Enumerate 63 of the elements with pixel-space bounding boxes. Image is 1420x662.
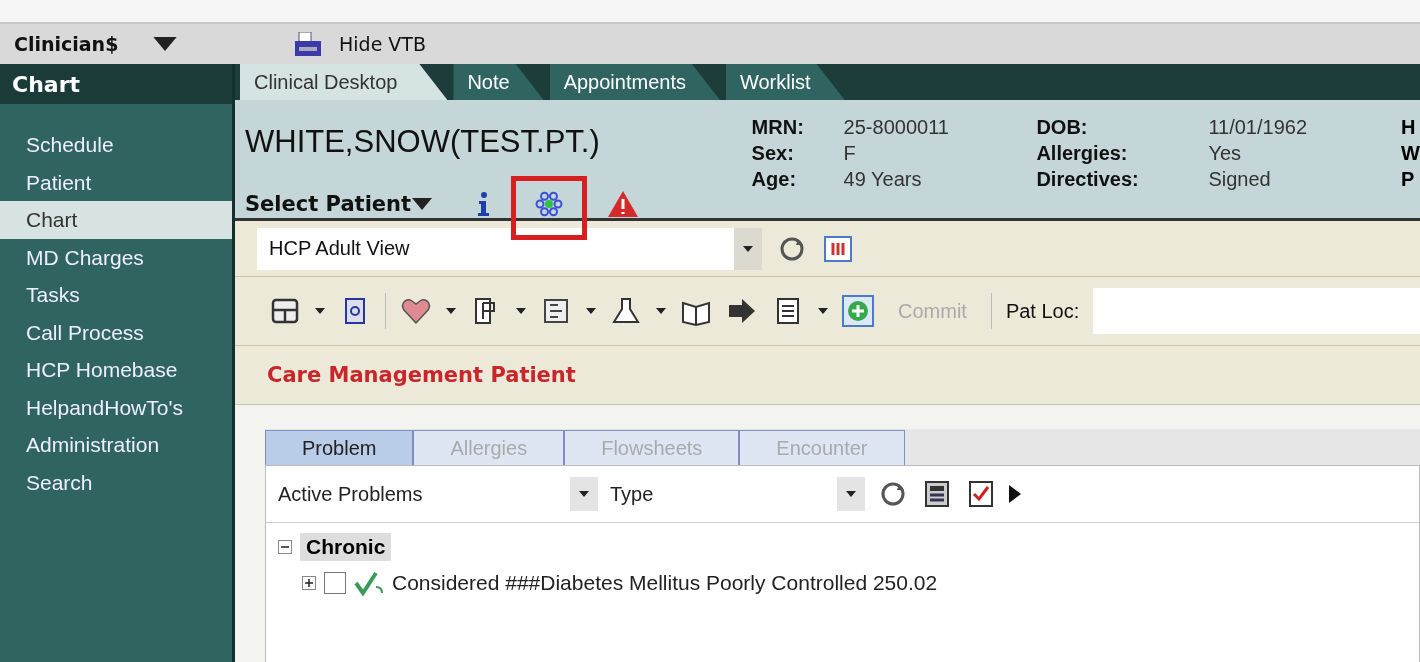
- field-label: Directives:: [1036, 167, 1140, 192]
- tab[interactable]: Appointments: [549, 64, 720, 100]
- dropdown-caret-icon[interactable]: [846, 491, 856, 497]
- field-label: DOB:: [1036, 115, 1089, 140]
- sidebar-item[interactable]: Administration: [0, 426, 232, 464]
- dropdown-caret-icon[interactable]: [656, 308, 666, 314]
- field-label: Sex:: [751, 141, 795, 166]
- tab[interactable]: Problem: [265, 430, 414, 465]
- field-label: W: [1401, 141, 1420, 166]
- field-value: Yes: [1208, 141, 1243, 166]
- play-icon[interactable]: [1009, 485, 1021, 503]
- info-icon[interactable]: [477, 191, 492, 217]
- dropdown-caret-icon[interactable]: [446, 308, 456, 314]
- field-label: H: [1401, 115, 1417, 140]
- sidebar-title: Chart: [0, 64, 232, 104]
- sidebar-item[interactable]: Patient: [0, 163, 232, 201]
- sidebar-item[interactable]: HCP Homebase: [0, 351, 232, 389]
- checkbox[interactable]: [324, 572, 346, 594]
- sidebar-item[interactable]: Search: [0, 463, 232, 501]
- field-value: 49 Years: [843, 167, 923, 192]
- dropdown-caret-icon[interactable]: [743, 245, 753, 252]
- tab[interactable]: Clinical Desktop: [240, 64, 448, 100]
- dropdown-caret-icon[interactable]: [586, 308, 596, 314]
- dropdown-caret-icon[interactable]: [516, 308, 526, 314]
- pat-loc-field[interactable]: [1093, 288, 1420, 334]
- patient-name: WHITE,SNOW(TEST.PT.): [245, 124, 601, 160]
- tab[interactable]: Note: [453, 64, 544, 100]
- filter-dropdown[interactable]: Type: [610, 474, 865, 514]
- warning-icon[interactable]: [607, 190, 640, 218]
- add-icon[interactable]: [842, 295, 874, 327]
- sidebar-item[interactable]: HelpandHowTo's: [0, 388, 232, 426]
- field-label: Age:: [751, 167, 798, 192]
- printer-icon: [295, 32, 321, 56]
- field-value: 25-8000011: [843, 115, 950, 140]
- tab[interactable]: Worklist: [725, 64, 845, 100]
- field-label: MRN:: [751, 115, 805, 140]
- field-value: F: [843, 141, 857, 166]
- dropdown-caret-icon[interactable]: [818, 308, 828, 314]
- pat-loc-label: Pat Loc:: [1005, 299, 1080, 323]
- select-patient-caret-icon[interactable]: [411, 198, 434, 210]
- sidebar-item[interactable]: Call Process: [0, 313, 232, 351]
- sidebar-item[interactable]: Tasks: [0, 276, 232, 314]
- user-menu-caret-icon[interactable]: [152, 37, 179, 51]
- filter-dropdown[interactable]: Active Problems: [278, 474, 598, 514]
- hide-vtb-button[interactable]: Hide VTB: [295, 32, 426, 56]
- user-name: Clinician$: [14, 33, 119, 55]
- sidebar-item[interactable]: Schedule: [0, 126, 232, 164]
- problem-text[interactable]: Considered ###Diabetes Mellitus Poorly Controlled 250.02: [392, 571, 938, 595]
- select-patient-button[interactable]: Select Patient: [245, 192, 434, 216]
- dropdown-caret-icon[interactable]: [315, 308, 325, 314]
- field-value: 11/01/1962: [1208, 115, 1308, 140]
- field-label: P: [1401, 167, 1416, 192]
- checkmark-icon: [354, 569, 384, 597]
- field-label: Allergies:: [1036, 141, 1129, 166]
- field-value: Signed: [1208, 167, 1272, 192]
- expander-icon[interactable]: [278, 540, 292, 554]
- view-dropdown[interactable]: HCP Adult View: [257, 227, 762, 270]
- flower-icon[interactable]: [535, 190, 564, 218]
- sidebar-item[interactable]: MD Charges: [0, 238, 232, 276]
- expander-icon[interactable]: [302, 576, 316, 590]
- dropdown-caret-icon[interactable]: [579, 491, 589, 497]
- sidebar-item[interactable]: Chart: [0, 201, 232, 239]
- tree-group-label[interactable]: Chronic: [300, 533, 392, 561]
